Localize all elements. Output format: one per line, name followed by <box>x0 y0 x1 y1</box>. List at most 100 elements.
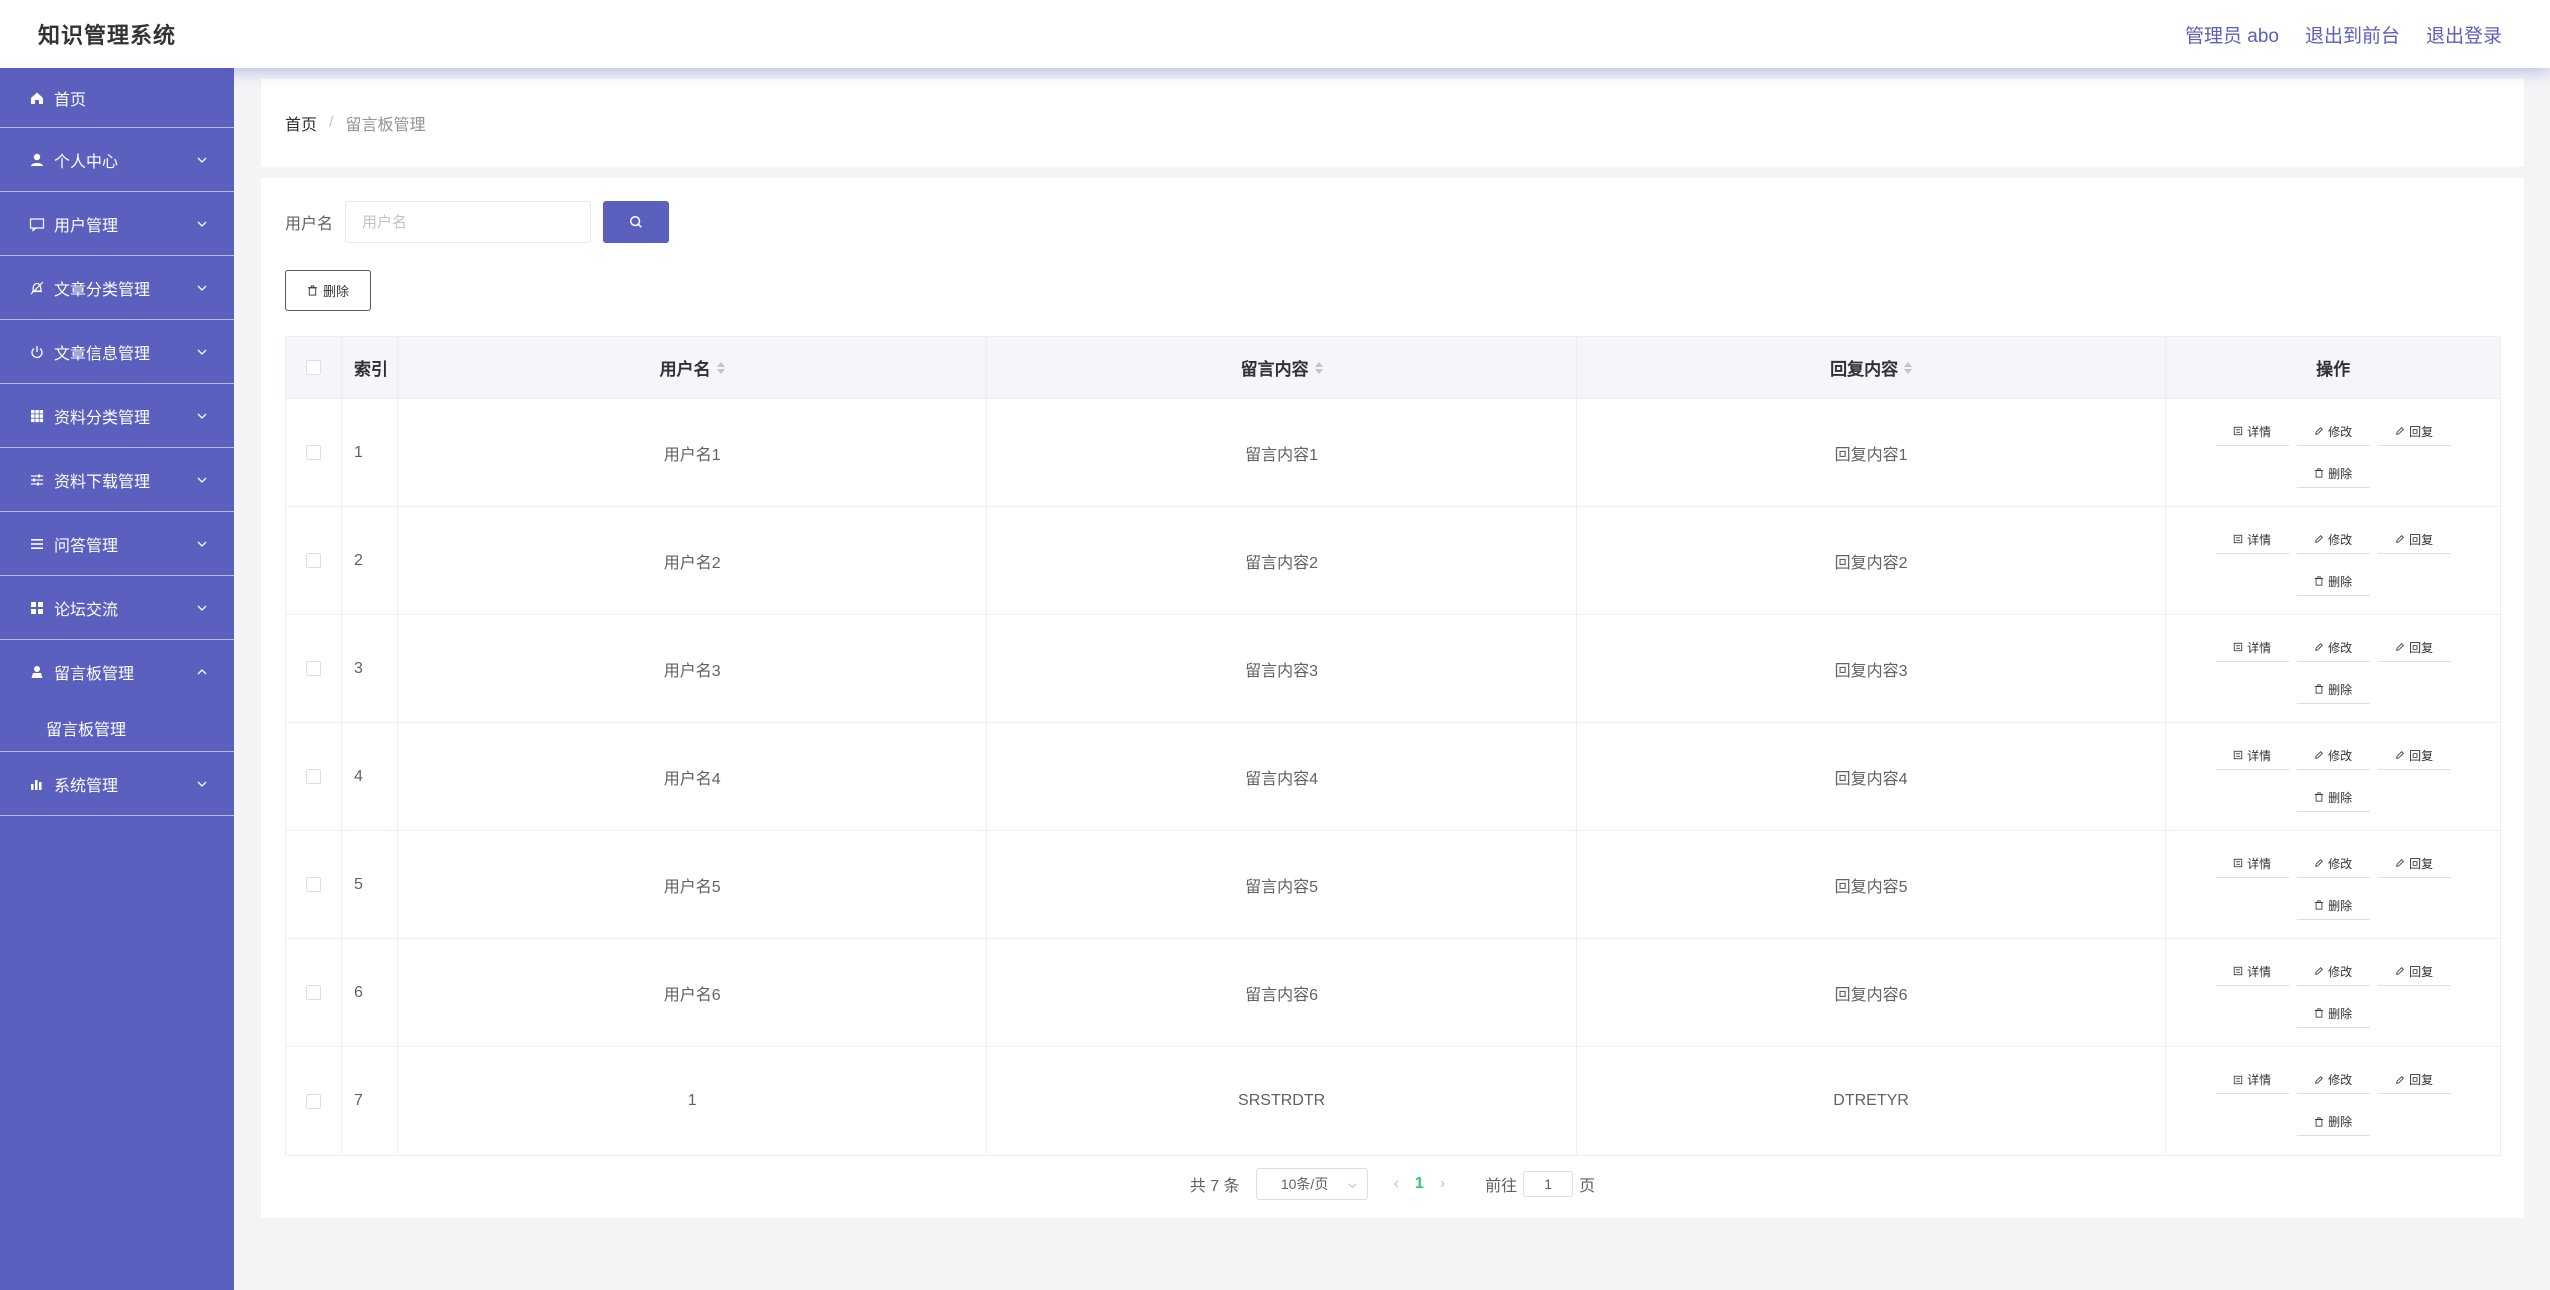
row-checkbox[interactable] <box>305 1093 321 1109</box>
sidebar-item-7[interactable]: 问答管理 <box>0 512 234 576</box>
next-page-icon[interactable]: › <box>1440 1175 1445 1193</box>
cell-reply: 回复内容3 <box>1577 615 2167 722</box>
edit-label: 修改 <box>2328 424 2353 439</box>
reply-label: 回复 <box>2409 856 2434 871</box>
breadcrumb-home[interactable]: 首页 <box>285 111 317 135</box>
detail-button[interactable]: 详情 <box>2215 741 2289 770</box>
sidebar-item-9[interactable]: 留言板管理 <box>0 640 234 704</box>
row-checkbox[interactable] <box>305 769 321 784</box>
sidebar-item-5[interactable]: 资料分类管理 <box>0 384 234 448</box>
header-reply-label: 回复内容 <box>1830 360 1899 379</box>
document-icon <box>2233 750 2243 760</box>
reply-button[interactable]: 回复 <box>2377 633 2451 662</box>
cell-ops: 详情 修改 回复 删除 <box>2166 399 2500 506</box>
delete-button[interactable]: 删除 <box>2296 1108 2370 1136</box>
reply-button[interactable]: 回复 <box>2377 417 2451 446</box>
edit-icon <box>2396 967 2405 975</box>
chevron-down-icon <box>197 781 207 787</box>
edit-button[interactable]: 修改 <box>2296 525 2370 554</box>
reply-button[interactable]: 回复 <box>2377 849 2451 878</box>
chevron-down-icon <box>197 157 207 163</box>
chevron-down-icon <box>197 541 207 547</box>
edit-button[interactable]: 修改 <box>2296 417 2370 446</box>
row-checkbox[interactable] <box>305 553 321 568</box>
row-checkbox[interactable] <box>305 661 321 676</box>
row-checkbox[interactable] <box>305 985 321 1000</box>
sidebar-item-2[interactable]: 用户管理 <box>0 192 234 256</box>
logout-link[interactable]: 退出登录 <box>2426 21 2502 48</box>
delete-button[interactable]: 删除 <box>2296 675 2370 704</box>
cell-ops: 详情 修改 回复删除 <box>2166 615 2500 722</box>
table-row: 5 用户名5 留言内容5 回复内容5 详情 修改 回复 删除 <box>286 831 2500 939</box>
cell-reply: 回复内容5 <box>1577 831 2167 938</box>
edit-icon <box>2315 967 2324 975</box>
detail-button[interactable]: 详情 <box>2215 417 2289 446</box>
edit-icon <box>2396 859 2405 867</box>
search-input[interactable] <box>345 201 592 243</box>
pagination-total: 共 7 条 <box>1189 1178 1240 1195</box>
row-checkbox[interactable] <box>305 445 321 460</box>
delete-button[interactable]: 删除 <box>2296 567 2370 596</box>
goto-page-input[interactable] <box>1523 1171 1574 1197</box>
header-reply[interactable]: 回复内容 <box>1577 337 2167 398</box>
exit-to-front-link[interactable]: 退出到前台 <box>2305 21 2400 48</box>
detail-button[interactable]: 详情 <box>2215 1066 2289 1094</box>
sort-icon[interactable] <box>1904 361 1913 374</box>
edit-button[interactable]: 修改 <box>2296 1066 2370 1094</box>
trash-icon <box>2314 1008 2324 1018</box>
reply-button[interactable]: 回复 <box>2377 525 2451 554</box>
delete-button[interactable]: 删除 <box>2296 999 2370 1028</box>
delete-button[interactable]: 删除 <box>2296 783 2370 812</box>
reply-label: 回复 <box>2409 640 2434 655</box>
delete-button[interactable]: 删除 <box>2296 891 2370 920</box>
reply-button[interactable]: 回复 <box>2377 1066 2451 1094</box>
sidebar-item-6[interactable]: 资料下载管理 <box>0 448 234 512</box>
chevron-down-icon <box>197 221 207 227</box>
chevron-down-icon <box>197 349 207 355</box>
delete-button[interactable]: 删除 <box>2296 459 2370 488</box>
sidebar-item-8[interactable]: 论坛交流 <box>0 576 234 640</box>
reply-button[interactable]: 回复 <box>2377 741 2451 770</box>
document-icon <box>2233 966 2243 976</box>
edit-icon <box>2396 643 2405 651</box>
prev-page-icon[interactable]: ‹ <box>1394 1175 1399 1193</box>
table-row: 2 用户名2 留言内容2 回复内容2 详情 修改 回复 删除 <box>286 507 2500 615</box>
row-checkbox[interactable] <box>305 877 321 892</box>
batch-delete-button[interactable]: 删除 <box>285 270 371 311</box>
sidebar-item-label: 系统管理 <box>54 777 119 795</box>
edit-button[interactable]: 修改 <box>2296 957 2370 986</box>
sidebar-item-3[interactable]: 文章分类管理 <box>0 256 234 320</box>
chevron-down-icon <box>197 285 207 291</box>
search-button[interactable] <box>603 201 670 243</box>
detail-button[interactable]: 详情 <box>2215 525 2289 554</box>
detail-button[interactable]: 详情 <box>2215 957 2289 986</box>
cell-index: 6 <box>342 939 398 1046</box>
sidebar-item-label: 文章信息管理 <box>54 345 151 363</box>
edit-label: 修改 <box>2328 856 2353 871</box>
edit-icon <box>2396 427 2405 435</box>
sort-icon[interactable] <box>716 361 725 374</box>
cell-ops: 详情 修改 回复 删除 <box>2166 939 2500 1046</box>
trash-icon <box>2314 684 2324 694</box>
edit-button[interactable]: 修改 <box>2296 849 2370 878</box>
page-size-select[interactable]: 10条/页 <box>1255 1168 1368 1200</box>
header-message[interactable]: 留言内容 <box>987 337 1577 398</box>
reply-button[interactable]: 回复 <box>2377 957 2451 986</box>
sidebar-item-0[interactable]: 首页 <box>0 68 234 128</box>
sort-icon[interactable] <box>1314 361 1323 374</box>
sidebar-item-4[interactable]: 文章信息管理 <box>0 320 234 384</box>
sidebar-item-label: 论坛交流 <box>54 601 119 619</box>
edit-button[interactable]: 修改 <box>2296 633 2370 662</box>
edit-button[interactable]: 修改 <box>2296 741 2370 770</box>
page-number-current[interactable]: 1 <box>1415 1175 1424 1193</box>
sidebar-item-1[interactable]: 个人中心 <box>0 128 234 192</box>
reply-label: 回复 <box>2409 532 2434 547</box>
header-username[interactable]: 用户名 <box>398 337 988 398</box>
sidebar-subitem-message-board[interactable]: 留言板管理 <box>0 704 234 752</box>
current-user: 管理员 abo <box>2184 25 2279 47</box>
sidebar-item-10[interactable]: 系统管理 <box>0 752 234 816</box>
page-size-value: 10条/页 <box>1280 1176 1329 1192</box>
detail-button[interactable]: 详情 <box>2215 849 2289 878</box>
select-all-checkbox[interactable] <box>305 360 321 375</box>
detail-button[interactable]: 详情 <box>2215 633 2289 662</box>
